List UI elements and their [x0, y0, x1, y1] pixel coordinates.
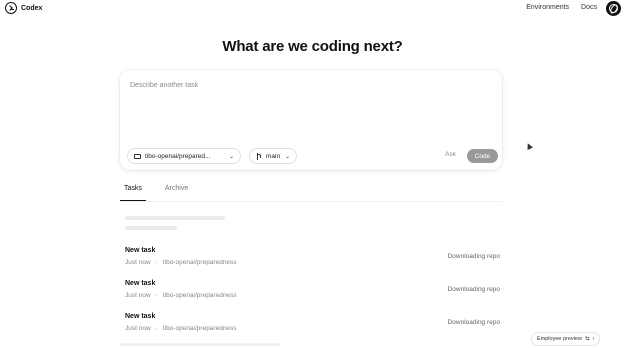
nav-environments-link[interactable]: Environments: [526, 4, 569, 11]
meta-separator: ·: [155, 325, 158, 332]
task-status: Downloading repo: [447, 319, 500, 326]
task-repo: tibo-openai/preparedness: [162, 292, 237, 299]
meta-separator: ·: [155, 259, 158, 266]
task-meta: Just now · tibo-openai/preparedness: [125, 259, 237, 266]
task-meta: Just now · tibo-openai/preparedness: [125, 325, 237, 332]
loading-skeleton-line: [125, 216, 225, 220]
chevron-down-icon: ⌄: [284, 153, 290, 160]
task-time: Just now: [125, 292, 151, 299]
branch-selector-label: main: [266, 152, 281, 160]
task-row[interactable]: New task Just now · tibo-openai/prepared…: [120, 280, 502, 306]
toggle-icon: ⇆: [584, 336, 590, 342]
loading-skeleton-line: [125, 226, 177, 230]
task-repo: tibo-openai/preparedness: [162, 259, 237, 266]
task-time: Just now: [125, 259, 151, 266]
brand[interactable]: Codex: [5, 2, 42, 14]
repo-selector[interactable]: tibo-openai/prepared... ⌄: [128, 149, 240, 163]
task-repo: tibo-openai/preparedness: [162, 325, 237, 332]
task-status: Downloading repo: [447, 286, 500, 293]
partial-task-row: [120, 343, 280, 346]
top-bar: Codex Environments Docs: [0, 0, 625, 18]
task-title: New task: [125, 247, 156, 254]
git-branch-icon: [256, 152, 262, 160]
avatar[interactable]: [606, 1, 621, 16]
task-description-input[interactable]: Describe another task: [130, 82, 198, 89]
tab-archive[interactable]: Archive: [161, 185, 192, 201]
codex-logo-icon: [5, 2, 17, 14]
task-tabs: Tasks Archive: [120, 185, 192, 201]
code-button[interactable]: Code: [467, 149, 498, 163]
meta-separator: ·: [155, 292, 158, 299]
employee-preview-label: Employee preview: [537, 336, 582, 342]
expand-icon: ›: [592, 336, 595, 342]
tab-tasks[interactable]: Tasks: [120, 185, 146, 201]
branch-selector[interactable]: main ⌄: [250, 149, 296, 163]
repo-icon: [134, 153, 141, 159]
app-name: Codex: [21, 4, 43, 12]
task-title: New task: [125, 313, 156, 320]
repo-selector-label: tibo-openai/prepared...: [145, 152, 211, 160]
task-meta: Just now · tibo-openai/preparedness: [125, 292, 237, 299]
task-row[interactable]: New task Just now · tibo-openai/prepared…: [120, 247, 502, 273]
nav-docs-link[interactable]: Docs: [581, 4, 597, 11]
task-status: Downloading repo: [447, 253, 500, 260]
employee-preview-badge[interactable]: Employee preview ⇆ ›: [532, 333, 600, 345]
tabs-divider: [120, 201, 502, 202]
top-nav: Environments Docs: [526, 4, 597, 11]
task-time: Just now: [125, 325, 151, 332]
task-composer: Describe another task tibo-openai/prepar…: [120, 70, 502, 170]
chevron-down-icon: ⌄: [228, 153, 234, 160]
openai-knot-icon: [609, 4, 618, 13]
task-title: New task: [125, 280, 156, 287]
mouse-cursor-icon: [525, 142, 533, 150]
ask-button[interactable]: Ask: [445, 151, 456, 158]
page-title: What are we coding next?: [222, 38, 403, 55]
task-row[interactable]: New task Just now · tibo-openai/prepared…: [120, 313, 502, 339]
